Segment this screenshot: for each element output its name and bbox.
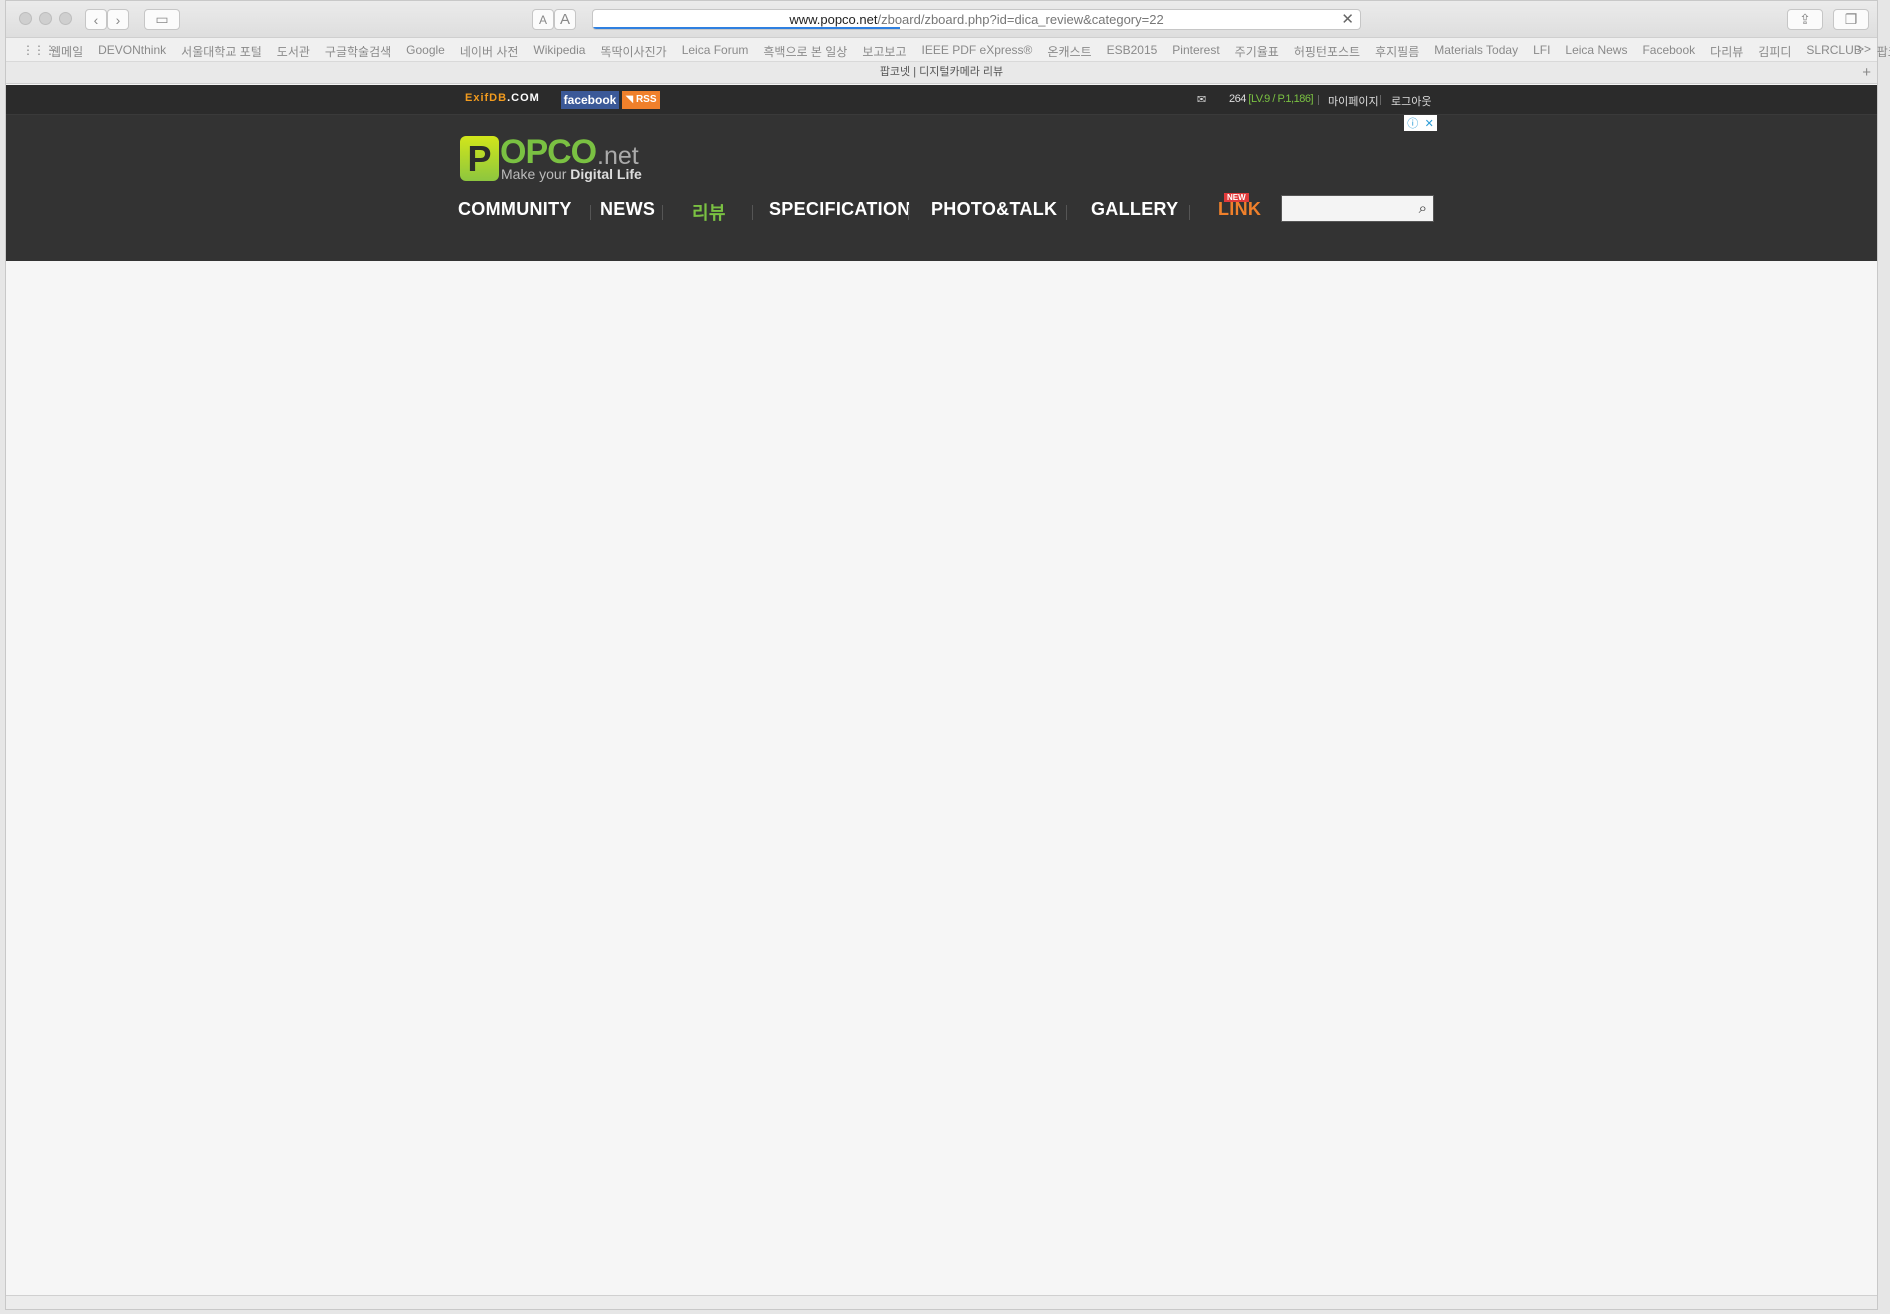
chevron-right-icon: › [115, 11, 121, 28]
divider [752, 205, 753, 220]
bookmark-item[interactable]: Leica News [1565, 43, 1627, 60]
bookmarks-overflow-button[interactable]: >> [1857, 42, 1871, 56]
bookmarks-bar: ⋮⋮⋮ 웹메일 DEVONthink 서울대학교 포털 도서관 구글학술검색 Google… [6, 38, 1890, 62]
bookmark-item[interactable]: 허핑턴포스트 [1294, 43, 1360, 60]
sidebar-icon: ▭ [155, 11, 169, 27]
divider [1318, 95, 1319, 105]
site-header: ⓘ ✕ P OPCO .net Make your Digital Life C… [6, 115, 1877, 261]
bookmark-item[interactable]: Wikipedia [533, 43, 585, 60]
user-points[interactable]: 264 [LV.9 / P.1,186] [1229, 93, 1314, 105]
bookmark-item[interactable]: 웹메일 [50, 43, 83, 60]
bookmark-item[interactable]: 다리뷰 [1710, 43, 1743, 60]
bookmark-item[interactable]: 똑딱이사진가 [600, 43, 666, 60]
bookmark-item[interactable]: 김피디 [1758, 43, 1791, 60]
forward-button[interactable]: › [107, 9, 129, 30]
main-nav: COMMUNITY NEWS 리뷰 SPECIFICATION PHOTO&TA… [6, 193, 1877, 229]
bookmark-item[interactable]: IEEE PDF eXpress® [922, 43, 1033, 60]
nav-specification[interactable]: SPECIFICATION [769, 199, 911, 220]
nav-gallery[interactable]: GALLERY [1091, 199, 1178, 220]
ad-choices-badge[interactable]: ⓘ ✕ [1404, 115, 1437, 131]
bookmark-item[interactable]: 보고보고 [862, 43, 906, 60]
nav-link[interactable]: LINK [1218, 199, 1261, 220]
bookmark-item[interactable]: 흑백으로 본 일상 [763, 43, 847, 60]
tabs-icon: ❐ [1844, 11, 1858, 27]
info-icon[interactable]: ⓘ [1407, 115, 1418, 131]
minimize-window-button[interactable] [39, 12, 52, 25]
close-ad-icon[interactable]: ✕ [1425, 117, 1434, 130]
tabs-overview-button[interactable]: ❐ [1833, 9, 1869, 30]
bookmark-item[interactable]: LFI [1533, 43, 1550, 60]
text-smaller-button[interactable]: A [532, 9, 554, 30]
browser-toolbar: ‹ › ▭ A A www.popco.net/zboard/zboard.ph… [6, 1, 1877, 38]
close-window-button[interactable] [19, 12, 32, 25]
bookmark-item[interactable]: ESB2015 [1107, 43, 1158, 60]
bookmark-item[interactable]: 후지필름 [1375, 43, 1419, 60]
url-path: /zboard/zboard.php?id=dica_review&catego… [877, 12, 1164, 27]
rss-link[interactable]: ◥ RSS [622, 91, 660, 109]
tab-bar: 팝코넷 | 디지털카메라 리뷰 + [6, 62, 1877, 84]
search-icon[interactable]: ⌕ [1419, 200, 1427, 217]
browser-window: ‹ › ▭ A A www.popco.net/zboard/zboard.ph… [5, 0, 1890, 1310]
divider [1189, 205, 1190, 220]
page-content-area [6, 261, 1877, 1297]
divider [662, 205, 663, 220]
bookmark-list: 웹메일 DEVONthink 서울대학교 포털 도서관 구글학술검색 Google 네이버 … [50, 43, 1890, 60]
divider [908, 205, 909, 220]
site-search-input[interactable]: ⌕ [1281, 195, 1434, 222]
bookmark-item[interactable]: Pinterest [1172, 43, 1219, 60]
bookmark-item[interactable]: Leica Forum [682, 43, 749, 60]
bookmark-item[interactable]: SLRCLUB [1806, 43, 1861, 60]
nav-community[interactable]: COMMUNITY [458, 199, 572, 220]
chevron-left-icon: ‹ [93, 11, 99, 28]
divider [1380, 95, 1381, 105]
share-button[interactable]: ⇪ [1787, 9, 1823, 30]
mail-icon[interactable]: ✉ [1197, 93, 1206, 106]
load-progress-bar [593, 27, 900, 29]
mypage-link[interactable]: 마이페이지 [1328, 93, 1379, 109]
nav-review[interactable]: 리뷰 [692, 199, 726, 225]
stop-loading-icon[interactable]: ✕ [1341, 10, 1354, 29]
nav-news[interactable]: NEWS [600, 199, 655, 220]
rss-icon: ◥ [625, 94, 636, 105]
exifdb-link[interactable]: ExifDB.COM [465, 92, 540, 104]
site-top-bar: ExifDB.COM facebook ◥ RSS ✉ 264 [LV.9 / … [6, 85, 1877, 115]
bookmark-item[interactable]: 구글학술검색 [325, 43, 391, 60]
divider [1066, 205, 1067, 220]
bookmark-item[interactable]: Google [406, 43, 445, 60]
url-host: www.popco.net [789, 12, 878, 27]
bookmark-item[interactable]: Materials Today [1434, 43, 1518, 60]
zoom-window-button[interactable] [59, 12, 72, 25]
logout-link[interactable]: 로그아웃 [1391, 93, 1431, 109]
status-bar [6, 1295, 1877, 1309]
address-bar[interactable]: www.popco.net/zboard/zboard.php?id=dica_… [592, 9, 1361, 30]
bookmark-item[interactable]: 도서관 [277, 43, 310, 60]
bookmark-item[interactable]: 팝코넷 [1877, 43, 1890, 60]
facebook-link[interactable]: facebook [561, 91, 619, 109]
bookmark-item[interactable]: 서울대학교 포털 [181, 43, 262, 60]
bookmark-item[interactable]: 온캐스트 [1047, 43, 1091, 60]
active-tab-title[interactable]: 팝코넷 | 디지털카메라 리뷰 [880, 66, 1003, 78]
sidebar-toggle-button[interactable]: ▭ [144, 9, 180, 30]
bookmark-item[interactable]: Facebook [1642, 43, 1695, 60]
bookmark-item[interactable]: 네이버 사전 [460, 43, 519, 60]
new-tab-button[interactable]: + [1862, 62, 1871, 83]
bookmark-item[interactable]: 주기율표 [1235, 43, 1279, 60]
divider [590, 205, 591, 220]
back-button[interactable]: ‹ [85, 9, 107, 30]
text-larger-button[interactable]: A [554, 9, 576, 30]
bookmark-item[interactable]: DEVONthink [98, 43, 166, 60]
nav-photo-talk[interactable]: PHOTO&TALK [931, 199, 1057, 220]
share-icon: ⇪ [1799, 11, 1811, 27]
